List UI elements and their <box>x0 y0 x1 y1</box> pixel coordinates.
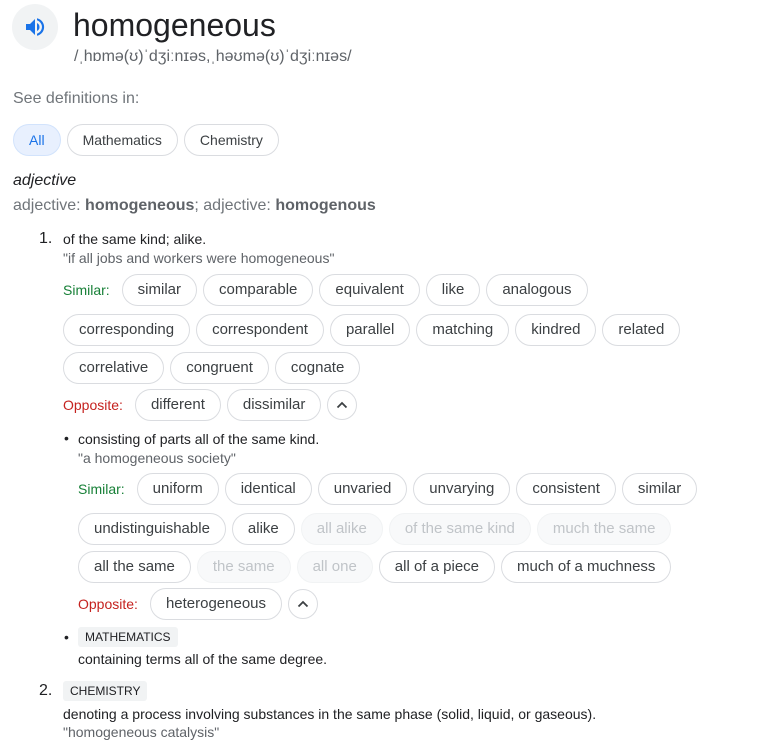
subsense-similar-row-1: Similar: uniform identical unvaried unva… <box>78 473 698 505</box>
bullet-marker: • <box>64 629 69 645</box>
tab-all[interactable]: All <box>13 124 61 156</box>
synonym-chip[interactable]: comparable <box>203 274 314 306</box>
mathematics-tag: MATHEMATICS <box>78 627 178 647</box>
sense-1-example: "if all jobs and workers were homogeneou… <box>63 250 335 266</box>
sense-2-example: "homogeneous catalysis" <box>63 724 220 740</box>
synonym-chip[interactable]: unvaried <box>317 473 408 505</box>
forms-separator: ; adjective: <box>194 197 276 214</box>
forms-prefix: adjective: <box>13 197 86 214</box>
synonym-chip[interactable]: similar <box>121 274 198 306</box>
subject-tag: MATHEMATICS <box>78 627 178 647</box>
synonym-chip-dimmed: the same <box>196 551 291 583</box>
sense-1-similar-row-1: Similar: similar comparable equivalent l… <box>63 274 588 306</box>
sense-1-opposite-row: Opposite: different dissimilar <box>63 389 358 421</box>
synonym-chip[interactable]: all the same <box>78 551 191 583</box>
speaker-button[interactable] <box>12 4 58 50</box>
synonym-chip-dimmed: much the same <box>536 513 672 545</box>
collapse-synonyms-button[interactable] <box>288 589 319 619</box>
sense-1-similar-row-3: correlative congruent cognate <box>63 352 361 384</box>
synonym-chip[interactable]: cognate <box>274 352 361 384</box>
synonym-chip[interactable]: uniform <box>136 473 219 505</box>
tab-chemistry[interactable]: Chemistry <box>183 124 279 156</box>
synonym-chip[interactable]: undistinguishable <box>78 513 226 545</box>
subsense-example: "a homogeneous society" <box>78 450 236 466</box>
synonym-chip[interactable]: kindred <box>515 314 597 346</box>
synonym-chip[interactable]: related <box>602 314 681 346</box>
bullet-marker: • <box>64 430 69 446</box>
chevron-up-icon <box>337 401 348 409</box>
synonym-chip[interactable]: matching <box>416 314 510 346</box>
word-forms: adjective: homogeneous; adjective: homog… <box>13 197 376 215</box>
chemistry-tag: CHEMISTRY <box>63 681 148 701</box>
synonym-chip[interactable]: parallel <box>329 314 411 346</box>
synonym-chip-dimmed: all alike <box>300 513 383 545</box>
antonym-chip[interactable]: different <box>134 389 221 421</box>
antonym-chip[interactable]: dissimilar <box>226 389 322 421</box>
synonym-chip[interactable]: all of a piece <box>378 551 496 583</box>
pronunciation: /ˌhɒmə(ʊ)ˈdʒiːnɪəs,ˌhəʊmə(ʊ)ˈdʒiːnɪəs/ <box>74 48 352 65</box>
synonym-chip[interactable]: identical <box>224 473 312 505</box>
synonym-chip-dimmed: all one <box>296 551 373 583</box>
collapse-synonyms-button[interactable] <box>327 390 358 420</box>
similar-label: Similar: <box>63 282 110 298</box>
synonym-chip[interactable]: corresponding <box>63 314 191 346</box>
synonym-chip[interactable]: like <box>425 274 481 306</box>
synonym-chip[interactable]: equivalent <box>319 274 420 306</box>
opposite-label: Opposite: <box>78 596 138 612</box>
synonym-chip[interactable]: similar <box>621 473 698 505</box>
sense-1-definition: of the same kind; alike. <box>63 231 207 247</box>
chevron-up-icon <box>297 600 309 608</box>
mathematics-definition: containing terms all of the same degree. <box>78 651 328 667</box>
synonym-chip[interactable]: unvarying <box>413 473 511 505</box>
synonym-chip[interactable]: much of a muchness <box>501 551 672 583</box>
sense-number-2: 2. <box>39 682 53 699</box>
speaker-icon <box>26 18 45 36</box>
part-of-speech: adjective <box>13 172 77 189</box>
subsense-opposite-row: Opposite: heterogeneous <box>78 588 319 620</box>
subsense-similar-row-3: all the same the same all one all of a p… <box>78 551 672 583</box>
headword: homogeneous <box>73 7 276 43</box>
synonym-chip[interactable]: congruent <box>170 352 269 384</box>
synonym-chip[interactable]: correspondent <box>196 314 324 346</box>
tab-mathematics[interactable]: Mathematics <box>66 124 178 156</box>
synonym-chip[interactable]: consistent <box>516 473 616 505</box>
sense-1-similar-row-2: corresponding correspondent parallel mat… <box>63 314 681 346</box>
synonym-chip[interactable]: alike <box>231 513 295 545</box>
subsense-similar-row-2: undistinguishable alike all alike of the… <box>78 513 672 545</box>
synonym-chip-dimmed: of the same kind <box>388 513 531 545</box>
form-homogeneous: homogeneous <box>85 197 195 214</box>
antonym-chip[interactable]: heterogeneous <box>149 588 283 620</box>
sense-2-definition: denoting a process involving substances … <box>63 706 597 722</box>
see-definitions-label: See definitions in: <box>13 90 140 107</box>
subsense-definition: consisting of parts all of the same kind… <box>78 431 320 447</box>
opposite-label: Opposite: <box>63 397 123 413</box>
subject-tag: CHEMISTRY <box>63 681 148 701</box>
similar-label: Similar: <box>78 481 125 497</box>
sense-number-1: 1. <box>39 230 53 247</box>
synonym-chip[interactable]: analogous <box>486 274 588 306</box>
synonym-chip[interactable]: correlative <box>63 352 165 384</box>
definition-tabs: All Mathematics Chemistry <box>13 124 279 156</box>
form-homogenous: homogenous <box>275 197 376 214</box>
